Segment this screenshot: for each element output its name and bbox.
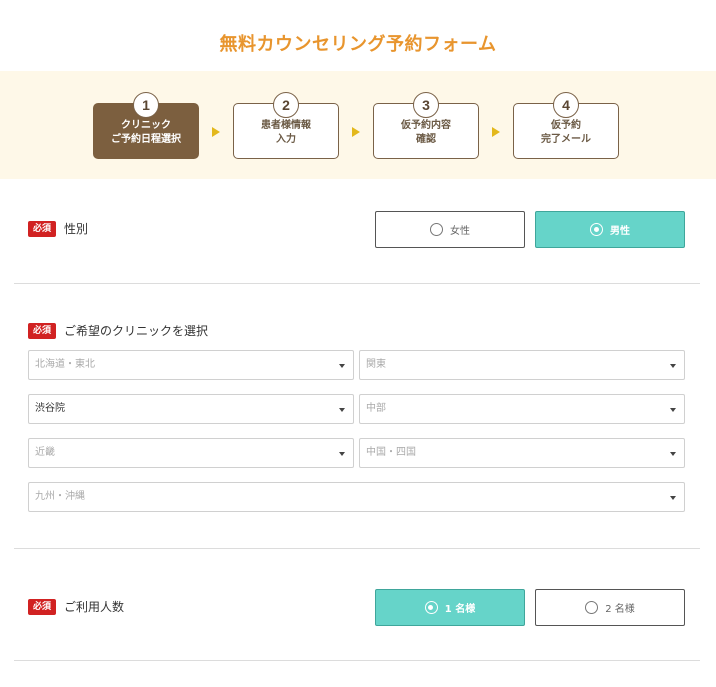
radio-icon [585, 601, 599, 614]
select-kyushu-okinawa[interactable]: 九州・沖縄 [28, 482, 685, 512]
select-value: 渋谷院 [35, 403, 65, 414]
gender-option-male[interactable]: 男性 [535, 211, 685, 248]
radio-checked-icon [424, 601, 438, 614]
step-arrow-icon [212, 127, 220, 137]
page-title: 無料カウンセリング予約フォーム [219, 34, 497, 55]
step-2-number: 2 [273, 92, 299, 118]
step-4-number: 4 [553, 92, 579, 118]
chevron-down-icon [339, 364, 345, 368]
step-3-number: 3 [413, 92, 439, 118]
people-option-1-label: 1 名様 [444, 604, 476, 615]
people-option-1[interactable]: 1 名様 [375, 589, 525, 626]
step-3: 3 仮予約内容 確認 [373, 92, 479, 159]
chevron-down-icon [670, 496, 676, 500]
people-option-2[interactable]: 2 名様 [535, 589, 685, 626]
chevron-down-icon [670, 452, 676, 456]
step-3-label: 仮予約内容 確認 [401, 120, 451, 145]
required-badge: 必須 [28, 599, 57, 615]
gender-option-female[interactable]: 女性 [375, 211, 525, 248]
step-4-label: 仮予約 完了メール [541, 120, 591, 145]
gender-option-female-label: 女性 [450, 226, 470, 237]
step-2-label: 患者様情報 入力 [261, 120, 311, 145]
step-arrow-icon [352, 127, 360, 137]
step-1-number: 1 [133, 92, 159, 118]
chevron-down-icon [670, 364, 676, 368]
radio-icon [430, 223, 443, 236]
gender-option-male-label: 男性 [610, 226, 630, 237]
select-kanto[interactable]: 関東 [359, 350, 685, 380]
select-value: 中国・四国 [366, 447, 416, 458]
select-chugoku-shikoku[interactable]: 中国・四国 [359, 438, 685, 468]
select-kanto-clinic[interactable]: 渋谷院 [28, 394, 354, 424]
gender-label: 性別 [64, 222, 89, 236]
step-2: 2 患者様情報 入力 [233, 92, 339, 159]
required-badge: 必須 [28, 323, 57, 339]
chevron-down-icon [670, 408, 676, 412]
people-label: ご利用人数 [64, 600, 125, 614]
radio-checked-icon [590, 223, 603, 236]
select-kinki[interactable]: 近畿 [28, 438, 354, 468]
people-option-2-label: 2 名様 [605, 604, 635, 615]
step-arrow-icon [492, 127, 500, 137]
select-value: 中部 [366, 403, 386, 414]
chevron-down-icon [339, 408, 345, 412]
select-value: 九州・沖縄 [35, 491, 85, 502]
progress-steps: 1 クリニック ご予約日程選択 2 患者様情報 入力 3 仮予約内容 確認 4 … [0, 71, 716, 179]
divider [14, 660, 700, 661]
select-chubu[interactable]: 中部 [359, 394, 685, 424]
chevron-down-icon [339, 452, 345, 456]
step-4: 4 仮予約 完了メール [513, 92, 619, 159]
divider [14, 548, 700, 549]
required-badge: 必須 [28, 221, 57, 237]
select-value: 近畿 [35, 447, 55, 458]
step-1-label: クリニック ご予約日程選択 [111, 120, 181, 145]
clinic-label: ご希望のクリニックを選択 [64, 324, 209, 338]
select-value: 関東 [366, 359, 386, 370]
step-1: 1 クリニック ご予約日程選択 [93, 92, 199, 159]
select-value: 北海道・東北 [35, 359, 95, 370]
select-hokkaido-tohoku[interactable]: 北海道・東北 [28, 350, 354, 380]
divider [14, 283, 700, 284]
